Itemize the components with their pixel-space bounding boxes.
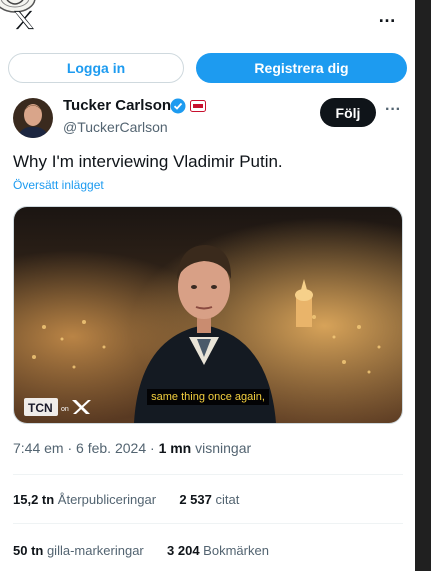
author-handle[interactable]: @TuckerCarlson [63,119,168,135]
tcn-watermark-icon: TCN on [24,398,91,416]
tweet-meta: 7:44 em · 6 feb. 2024 · 1 mn visningar [13,440,251,456]
likes-link[interactable]: 50 tn gilla-markeringar [13,543,144,558]
likes-count: 50 tn [13,543,44,558]
affiliate-badge-icon[interactable] [190,100,206,112]
like-stats-row: 50 tn gilla-markeringar 3 204 Bokmärken [13,543,269,558]
reposts-label: Återpubliceringar [54,492,157,507]
video-player[interactable]: same thing once again, TCN on [13,206,403,424]
divider [13,523,403,524]
divider [13,474,403,475]
more-icon: … [378,6,396,26]
avatar[interactable] [13,98,53,138]
window-edge-strip [415,0,431,571]
translate-link[interactable]: Översätt inlägget [13,178,104,192]
meta-separator: · [146,440,159,456]
more-icon: ··· [385,101,401,118]
reposts-count: 15,2 tn [13,492,55,507]
tweet-more-button[interactable]: ··· [383,100,403,120]
login-button[interactable]: Logga in [8,53,184,83]
follow-button[interactable]: Följ [320,98,376,127]
x-logo-icon[interactable] [13,10,35,30]
views-label: visningar [191,440,252,456]
likes-label: gilla-markeringar [43,543,144,558]
author-name[interactable]: Tucker Carlson [63,97,171,114]
meta-separator: · [63,440,77,456]
tweet-text: Why I'm interviewing Vladimir Putin. [13,152,283,171]
quotes-label: citat [211,492,240,507]
verified-badge-icon [170,98,186,114]
tweet-time[interactable]: 7:44 em [13,440,64,456]
svg-text:on: on [61,406,69,413]
register-button[interactable]: Registrera dig [196,53,407,83]
avatar-image [13,98,53,138]
bookmarks-count: 3 204 [167,543,200,558]
quotes-count: 2 537 [179,492,212,507]
views-count: 1 mn [158,440,192,456]
top-more-button[interactable]: … [375,4,399,28]
reposts-link[interactable]: 15,2 tn Återpubliceringar [13,492,156,507]
caption-text: same thing once again, [147,389,269,405]
repost-stats-row: 15,2 tn Återpubliceringar 2 537 citat [13,492,239,507]
svg-text:TCN: TCN [28,401,53,415]
quotes-link[interactable]: 2 537 citat [179,492,239,507]
tweet-date[interactable]: 6 feb. 2024 [76,440,146,456]
bookmarks-link[interactable]: 3 204 Bokmärken [167,543,269,558]
bookmarks-label: Bokmärken [199,543,269,558]
